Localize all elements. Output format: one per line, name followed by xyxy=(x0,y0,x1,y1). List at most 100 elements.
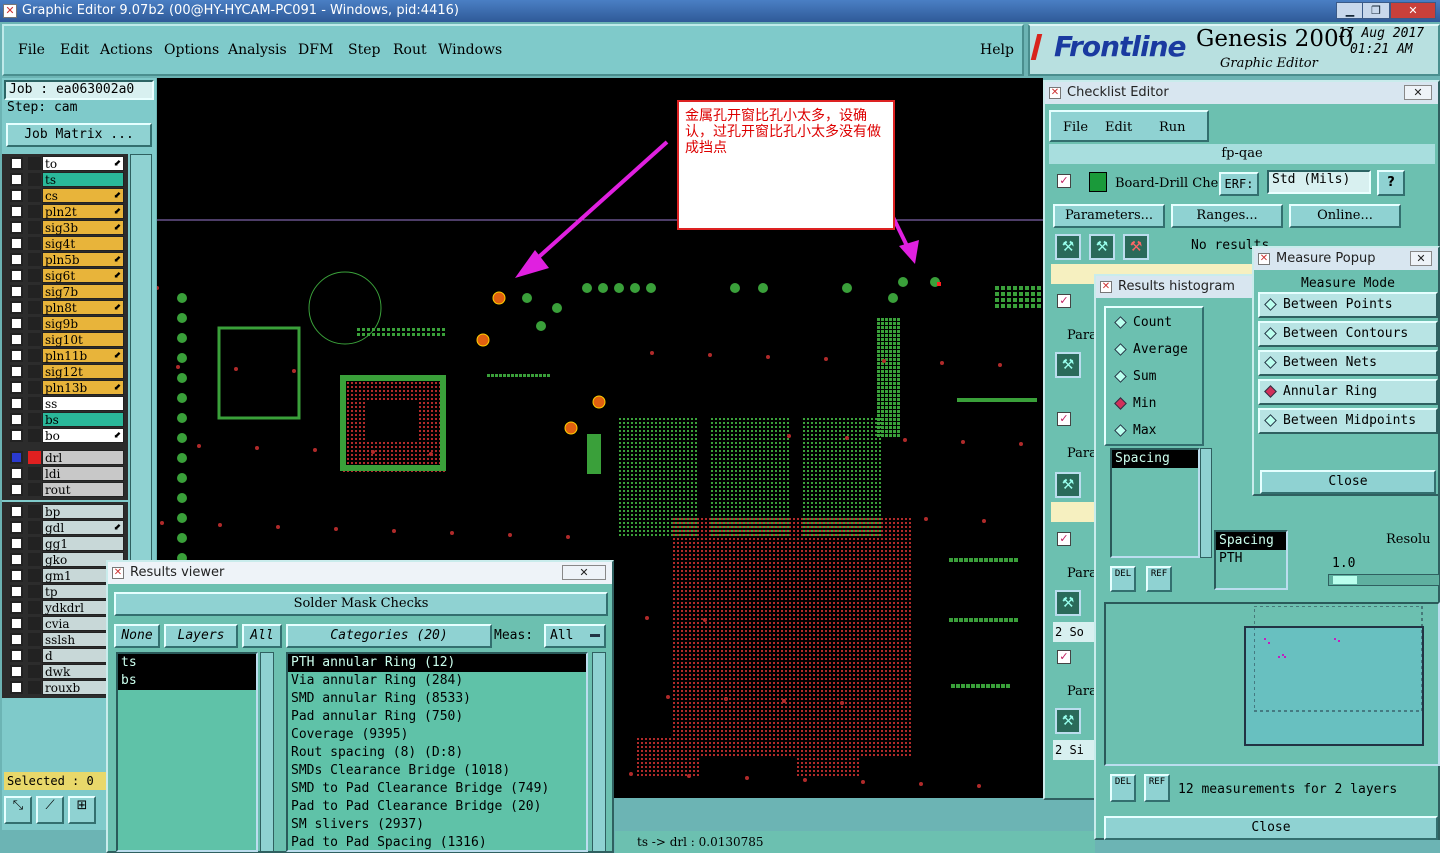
layer-color-swatch[interactable] xyxy=(28,381,41,394)
layer-visibility-checkbox[interactable] xyxy=(10,189,23,202)
menu-analysis[interactable]: Analysis xyxy=(228,42,287,58)
menu-edit[interactable]: Edit xyxy=(60,42,89,58)
layer-row-rout[interactable]: rout xyxy=(8,482,126,497)
layer-color-swatch[interactable] xyxy=(28,649,41,662)
layer-row-cs[interactable]: cs ⬋ xyxy=(8,188,126,203)
layer-visibility-checkbox[interactable] xyxy=(10,665,23,678)
layer-row-to[interactable]: to ⬋ xyxy=(8,156,126,171)
menu-windows[interactable]: Windows xyxy=(438,42,502,58)
job-matrix-button[interactable]: Job Matrix ... xyxy=(6,123,152,147)
layer-row-pln5b[interactable]: pln5b ⬋ xyxy=(8,252,126,267)
layer-color-swatch[interactable] xyxy=(28,665,41,678)
layer-name[interactable]: ldi xyxy=(42,466,124,481)
layer-color-swatch[interactable] xyxy=(28,521,41,534)
layer-row-sig6t[interactable]: sig6t ⬋ xyxy=(8,268,126,283)
layer-visibility-checkbox[interactable] xyxy=(10,237,23,250)
layer-row-bp[interactable]: bp xyxy=(8,504,126,519)
layer-color-swatch[interactable] xyxy=(28,451,41,464)
layer-color-swatch[interactable] xyxy=(28,505,41,518)
layer-row-bo[interactable]: bo ⬋ xyxy=(8,428,126,443)
layer-visibility-checkbox[interactable] xyxy=(10,537,23,550)
layer-row-sig9b[interactable]: sig9b xyxy=(8,316,126,331)
layer-row-ldi[interactable]: ldi xyxy=(8,466,126,481)
layer-visibility-checkbox[interactable] xyxy=(10,333,23,346)
layer-visibility-checkbox[interactable] xyxy=(10,429,23,442)
layer-color-swatch[interactable] xyxy=(28,301,41,314)
layer-row-sig4t[interactable]: sig4t xyxy=(8,236,126,251)
layer-visibility-checkbox[interactable] xyxy=(10,413,23,426)
layer-row-pln13b[interactable]: pln13b ⬋ xyxy=(8,380,126,395)
layer-name[interactable]: drl xyxy=(42,450,124,465)
layer-visibility-checkbox[interactable] xyxy=(10,569,23,582)
layer-visibility-checkbox[interactable] xyxy=(10,633,23,646)
layer-visibility-checkbox[interactable] xyxy=(10,505,23,518)
layer-visibility-checkbox[interactable] xyxy=(10,365,23,378)
menu-rout[interactable]: Rout xyxy=(393,42,427,58)
layer-name[interactable]: sig7b xyxy=(42,284,124,299)
layer-name[interactable]: pln2t ⬋ xyxy=(42,204,124,219)
layer-color-swatch[interactable] xyxy=(28,269,41,282)
layer-color-swatch[interactable] xyxy=(28,483,41,496)
layer-row-gdl[interactable]: gdl ⬋ xyxy=(8,520,126,535)
layer-name[interactable]: pln5b ⬋ xyxy=(42,252,124,267)
layer-name[interactable]: sig12t xyxy=(42,364,124,379)
layer-name[interactable]: cs ⬋ xyxy=(42,188,124,203)
layer-row-sig12t[interactable]: sig12t xyxy=(8,364,126,379)
layer-name[interactable]: ss xyxy=(42,396,124,411)
layer-color-swatch[interactable] xyxy=(28,397,41,410)
layer-visibility-checkbox[interactable] xyxy=(10,521,23,534)
layer-color-swatch[interactable] xyxy=(28,173,41,186)
layer-row-sig10t[interactable]: sig10t xyxy=(8,332,126,347)
layer-color-swatch[interactable] xyxy=(28,681,41,694)
layer-row-bs[interactable]: bs xyxy=(8,412,126,427)
layer-color-swatch[interactable] xyxy=(28,617,41,630)
layer-visibility-checkbox[interactable] xyxy=(10,617,23,630)
layer-name[interactable]: pln13b ⬋ xyxy=(42,380,124,395)
maximize-button[interactable]: ❐ xyxy=(1362,2,1390,19)
layer-visibility-checkbox[interactable] xyxy=(10,349,23,362)
layer-color-swatch[interactable] xyxy=(28,189,41,202)
layer-visibility-checkbox[interactable] xyxy=(10,317,23,330)
layer-name[interactable]: sig10t xyxy=(42,332,124,347)
layer-color-swatch[interactable] xyxy=(28,413,41,426)
layer-row-ts[interactable]: ts xyxy=(8,172,126,187)
layer-color-swatch[interactable] xyxy=(28,253,41,266)
layer-row-pln11b[interactable]: pln11b ⬋ xyxy=(8,348,126,363)
layer-color-swatch[interactable] xyxy=(28,537,41,550)
layer-visibility-checkbox[interactable] xyxy=(10,381,23,394)
layer-color-swatch[interactable] xyxy=(28,467,41,480)
layer-visibility-checkbox[interactable] xyxy=(10,451,23,464)
layer-visibility-checkbox[interactable] xyxy=(10,205,23,218)
layer-color-swatch[interactable] xyxy=(28,553,41,566)
layer-name[interactable]: ts xyxy=(42,172,124,187)
layer-visibility-checkbox[interactable] xyxy=(10,269,23,282)
layer-name[interactable]: sig9b xyxy=(42,316,124,331)
layer-color-swatch[interactable] xyxy=(28,237,41,250)
layer-name[interactable]: bo ⬋ xyxy=(42,428,124,443)
layer-color-swatch[interactable] xyxy=(28,221,41,234)
layer-color-swatch[interactable] xyxy=(28,317,41,330)
layer-color-swatch[interactable] xyxy=(28,633,41,646)
layer-name[interactable]: pln8t ⬋ xyxy=(42,300,124,315)
layer-color-swatch[interactable] xyxy=(28,429,41,442)
layer-row-ss[interactable]: ss xyxy=(8,396,126,411)
layer-visibility-checkbox[interactable] xyxy=(10,467,23,480)
layer-visibility-checkbox[interactable] xyxy=(10,157,23,170)
layer-visibility-checkbox[interactable] xyxy=(10,397,23,410)
menu-step[interactable]: Step xyxy=(348,42,380,58)
layer-name[interactable]: gg1 xyxy=(42,536,124,551)
minimize-button[interactable]: ▁ xyxy=(1336,2,1364,19)
layer-visibility-checkbox[interactable] xyxy=(10,553,23,566)
layer-row-sig7b[interactable]: sig7b xyxy=(8,284,126,299)
layer-row-drl[interactable]: drl xyxy=(8,450,126,465)
layer-visibility-checkbox[interactable] xyxy=(10,253,23,266)
menu-options[interactable]: Options xyxy=(164,42,219,58)
layer-row-gg1[interactable]: gg1 xyxy=(8,536,126,551)
layer-name[interactable]: sig6t ⬋ xyxy=(42,268,124,283)
layer-name[interactable]: sig4t xyxy=(42,236,124,251)
menu-file[interactable]: File xyxy=(18,42,45,58)
layer-color-swatch[interactable] xyxy=(28,585,41,598)
measure-tool-icon[interactable]: ⟋ xyxy=(36,796,64,824)
layer-row-pln2t[interactable]: pln2t ⬋ xyxy=(8,204,126,219)
layer-color-swatch[interactable] xyxy=(28,157,41,170)
